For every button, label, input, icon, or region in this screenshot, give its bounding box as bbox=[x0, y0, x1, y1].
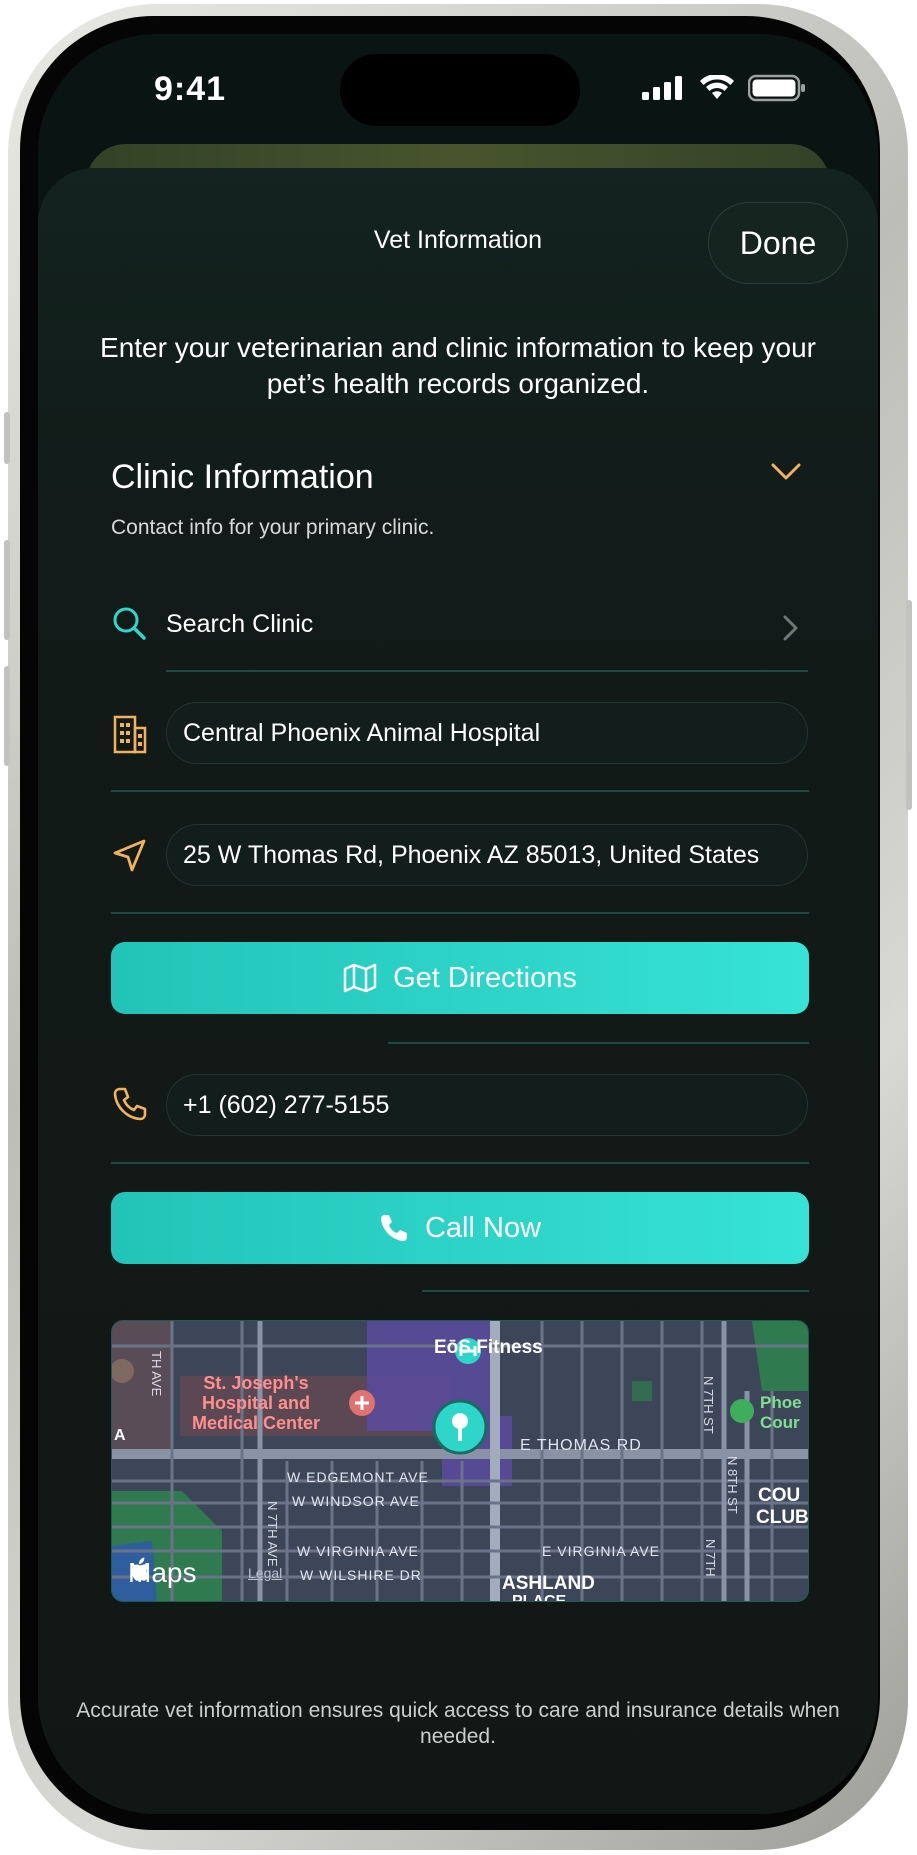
map-label-virginia-w: W VIRGINIA AVE bbox=[297, 1543, 419, 1559]
map-label-fitness: EōS Fitness bbox=[434, 1337, 543, 1358]
map-label-country-club-1: COU bbox=[758, 1485, 801, 1506]
cellular-signal-icon bbox=[642, 76, 682, 100]
section-subtitle: Contact info for your primary clinic. bbox=[111, 516, 435, 539]
map-label-ashland-place: PLACE bbox=[512, 1593, 567, 1602]
clinic-map[interactable]: EōS Fitness St. Joseph's Hospital and Me… bbox=[111, 1320, 809, 1602]
phone-icon bbox=[380, 1215, 407, 1241]
get-directions-button[interactable]: Get Directions bbox=[111, 942, 809, 1014]
map-label-8th-st: N 8TH ST bbox=[725, 1456, 740, 1514]
volume-down-button bbox=[4, 666, 10, 766]
map-icon bbox=[343, 963, 377, 993]
clinic-name-value: Central Phoenix Animal Hospital bbox=[183, 718, 541, 747]
section-title: Clinic Information bbox=[111, 458, 374, 496]
volume-up-button bbox=[4, 540, 10, 640]
clinic-phone-field[interactable]: +1 (602) 277-5155 bbox=[166, 1074, 808, 1136]
map-label-phoe-2: Cour bbox=[760, 1413, 800, 1432]
battery-icon bbox=[748, 74, 805, 102]
search-icon bbox=[113, 607, 146, 640]
call-now-label: Call Now bbox=[424, 1211, 542, 1244]
clinic-address-field[interactable]: 25 W Thomas Rd, Phoenix AZ 85013, United… bbox=[166, 824, 808, 886]
map-label-a: A bbox=[114, 1427, 126, 1444]
map-label-windsor: W WINDSOR AVE bbox=[292, 1493, 420, 1509]
clinic-address-value: 25 W Thomas Rd, Phoenix AZ 85013, United… bbox=[183, 840, 760, 869]
divider bbox=[111, 790, 809, 792]
wifi-icon bbox=[700, 75, 734, 99]
map-label-edgemont: W EDGEMONT AVE bbox=[287, 1469, 429, 1485]
map-label-ashland: ASHLAND bbox=[502, 1573, 595, 1594]
status-time: 9:41 bbox=[154, 70, 227, 108]
status-icons bbox=[642, 74, 806, 102]
building-icon bbox=[113, 715, 147, 754]
map-label-wilshire: W WILSHIRE DR bbox=[300, 1567, 422, 1583]
apple-logo-icon bbox=[131, 1557, 149, 1581]
divider bbox=[166, 670, 808, 672]
clinic-phone-value: +1 (602) 277-5155 bbox=[183, 1090, 390, 1119]
search-clinic-label: Search Clinic bbox=[166, 610, 314, 638]
divider bbox=[111, 1162, 809, 1164]
map-label-thomas-rd: E THOMAS RD bbox=[520, 1437, 642, 1454]
divider bbox=[111, 912, 809, 914]
map-label-virginia-e: E VIRGINIA AVE bbox=[542, 1543, 661, 1559]
maps-logo: Maps bbox=[128, 1557, 196, 1589]
map-label-country-club-2: CLUB bbox=[756, 1507, 809, 1528]
map-label-phoe-1: Phoe bbox=[760, 1393, 802, 1412]
power-button bbox=[906, 600, 912, 810]
call-now-button[interactable]: Call Now bbox=[111, 1192, 809, 1264]
map-label-7th-lower: N 7TH bbox=[703, 1539, 718, 1577]
divider bbox=[422, 1290, 809, 1292]
dynamic-island bbox=[340, 54, 580, 126]
map-label-hospital: St. Joseph's Hospital and Medical Center bbox=[192, 1373, 321, 1433]
chevron-right-icon bbox=[783, 615, 798, 641]
clinic-name-field[interactable]: Central Phoenix Animal Hospital bbox=[166, 702, 808, 764]
map-label-th-ave: TH AVE bbox=[149, 1351, 164, 1397]
get-directions-label: Get Directions bbox=[393, 961, 577, 994]
location-arrow-icon bbox=[113, 839, 146, 872]
footer-note: Accurate vet information ensures quick a… bbox=[76, 1699, 840, 1748]
divider bbox=[388, 1042, 809, 1044]
map-label-7th-ave: N 7TH AVE bbox=[265, 1501, 280, 1567]
done-button[interactable]: Done bbox=[708, 202, 848, 284]
map-label-7th-st: N 7TH ST bbox=[701, 1376, 716, 1434]
chevron-down-icon[interactable] bbox=[770, 462, 802, 482]
intro-text: Enter your veterinarian and clinic infor… bbox=[100, 332, 816, 399]
action-button bbox=[4, 412, 10, 464]
screen: 9:41 Vet Information Done Enter your vet… bbox=[38, 34, 878, 1814]
map-legal-link[interactable]: Legal bbox=[248, 1565, 282, 1581]
phone-icon bbox=[113, 1087, 147, 1121]
